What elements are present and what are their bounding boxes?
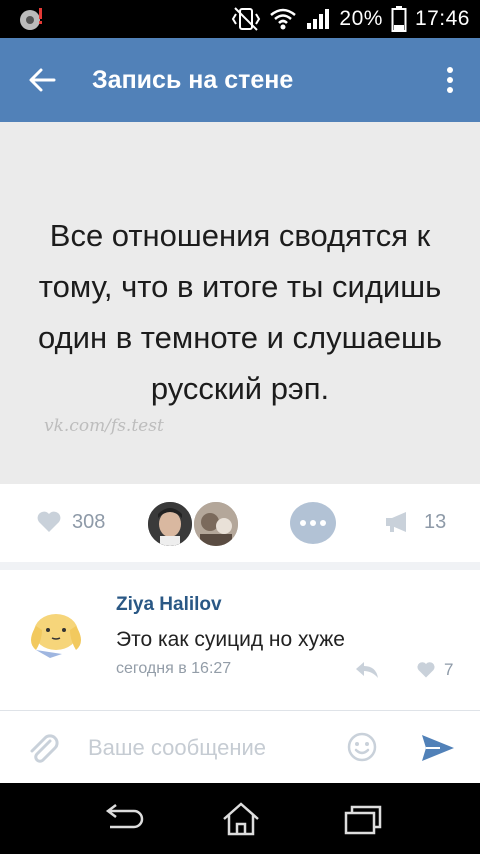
share-button[interactable]: 13	[384, 510, 446, 534]
comment-like-count: 7	[444, 660, 454, 679]
message-input[interactable]	[86, 729, 330, 767]
avatar	[192, 500, 240, 548]
post-actions: 308 13	[0, 484, 480, 562]
post-watermark: vk.com/fs.test	[44, 416, 164, 436]
page-title: Запись на стене	[92, 66, 294, 94]
notification-icon	[20, 8, 42, 30]
emoji-icon[interactable]	[346, 731, 378, 763]
system-nav-bar	[0, 783, 480, 854]
message-input-bar	[0, 711, 480, 783]
comment-avatar[interactable]	[22, 592, 90, 660]
like-button[interactable]: 308	[36, 510, 105, 534]
more-actions-button[interactable]	[290, 502, 336, 544]
attach-icon[interactable]	[26, 731, 60, 765]
recent-apps-nav-icon[interactable]	[340, 801, 386, 837]
share-count: 13	[424, 510, 447, 533]
back-arrow-icon[interactable]	[24, 62, 60, 98]
like-count: 308	[72, 510, 106, 533]
app-bar: Запись на стене	[0, 38, 480, 122]
comment: Ziya Halilov Это как суицид но хуже сего…	[0, 578, 480, 698]
clock: 17:46	[414, 7, 470, 30]
section-divider	[0, 562, 480, 570]
comment-time: сегодня в 16:27	[116, 660, 232, 677]
more-vertical-icon[interactable]	[438, 62, 462, 98]
post-image-text: Все отношения сводятся к тому, что в ито…	[38, 218, 442, 406]
avatar	[146, 500, 194, 548]
heart-icon	[37, 511, 61, 532]
wifi-icon	[270, 8, 297, 30]
megaphone-icon	[386, 512, 406, 532]
send-icon[interactable]	[420, 733, 456, 763]
heart-icon	[417, 662, 435, 678]
comment-like-button[interactable]: 7	[416, 660, 453, 680]
vibrate-icon	[232, 7, 261, 31]
liked-by-avatars[interactable]	[146, 500, 246, 548]
reply-icon[interactable]	[354, 658, 380, 680]
comment-author[interactable]: Ziya Halilov	[116, 594, 222, 616]
battery-icon	[391, 6, 407, 32]
battery-percent: 20%	[339, 7, 383, 30]
home-nav-icon[interactable]	[218, 801, 264, 837]
status-bar: 20% 17:46	[0, 0, 480, 38]
signal-icon	[307, 9, 330, 29]
back-nav-icon[interactable]	[100, 801, 146, 837]
comment-text: Это как суицид но хуже	[116, 628, 345, 651]
post-image[interactable]: Все отношения сводятся к тому, что в ито…	[0, 122, 480, 484]
